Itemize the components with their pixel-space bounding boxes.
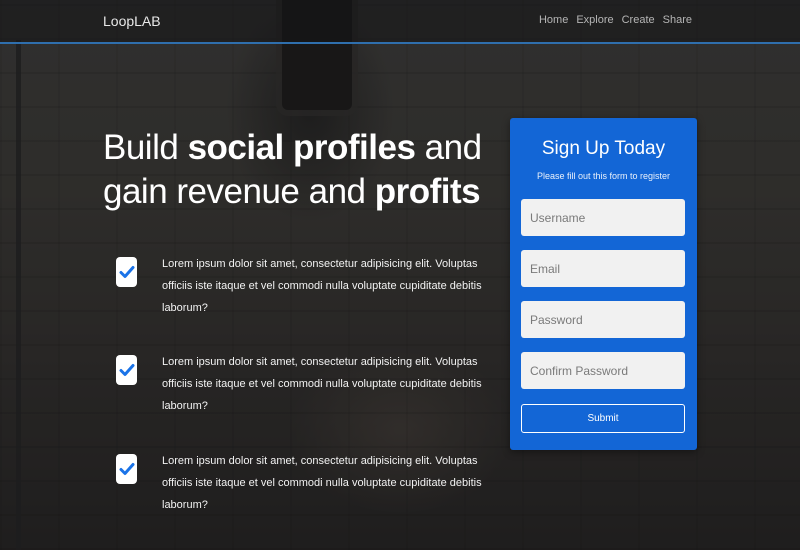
submit-button[interactable]: Submit: [521, 404, 685, 433]
hero-heading: Build social profiles and gain revenue a…: [103, 126, 503, 214]
landing-page: LoopLAB Home Explore Create Share Build …: [0, 0, 800, 550]
hero-text-bold1: social profiles: [187, 128, 416, 167]
nav-link-share[interactable]: Share: [663, 14, 692, 26]
confirm-password-input[interactable]: [521, 352, 685, 389]
feature-text: Lorem ipsum dolor sit amet, consectetur …: [162, 258, 482, 314]
nav-link-create[interactable]: Create: [622, 14, 655, 26]
nav-link-home[interactable]: Home: [539, 14, 568, 26]
checkbox-checked-icon: [116, 355, 137, 385]
hero-text-bold2: profits: [374, 172, 481, 211]
feature-item: Lorem ipsum dolor sit amet, consectetur …: [116, 450, 496, 511]
password-input[interactable]: [521, 301, 685, 338]
brand-logo[interactable]: LoopLAB: [103, 13, 161, 29]
hero-text-part1: Build: [103, 128, 188, 167]
feature-item: Lorem ipsum dolor sit amet, consectetur …: [116, 351, 496, 412]
checkbox-checked-icon: [116, 454, 137, 484]
signup-subtitle: Please fill out this form to register: [536, 171, 671, 181]
navbar: LoopLAB Home Explore Create Share: [0, 0, 800, 44]
nav-link-explore[interactable]: Explore: [576, 14, 613, 26]
email-input[interactable]: [521, 250, 685, 287]
checkbox-checked-icon: [116, 257, 137, 287]
signup-card: Sign Up Today Please fill out this form …: [510, 118, 697, 450]
signup-title: Sign Up Today: [541, 138, 666, 159]
username-input[interactable]: [521, 199, 685, 236]
feature-text: Lorem ipsum dolor sit amet, consectetur …: [162, 356, 482, 412]
feature-item: Lorem ipsum dolor sit amet, consectetur …: [116, 253, 496, 314]
nav-links: Home Explore Create Share: [539, 14, 692, 26]
feature-text: Lorem ipsum dolor sit amet, consectetur …: [162, 455, 482, 511]
